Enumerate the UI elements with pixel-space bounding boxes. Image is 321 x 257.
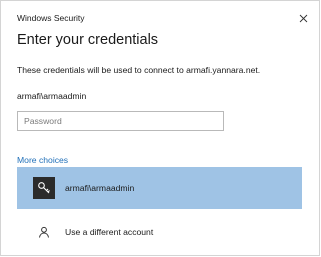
description-text: These credentials will be used to connec… [17, 65, 261, 75]
account-option-label: armafi\armaadmin [65, 183, 135, 193]
account-option-armaadmin[interactable]: armafi\armaadmin [17, 167, 302, 209]
credentials-dialog: Windows Security Enter your credentials … [0, 0, 320, 256]
password-field[interactable] [17, 111, 224, 131]
more-choices-link[interactable]: More choices [17, 155, 68, 165]
window-title: Windows Security [17, 13, 85, 23]
person-icon [33, 221, 55, 243]
different-account-label: Use a different account [65, 227, 154, 237]
page-title: Enter your credentials [17, 32, 159, 48]
username-label: armafi\armaadmin [17, 91, 87, 101]
close-button[interactable] [294, 10, 312, 26]
key-icon [33, 177, 55, 199]
close-icon [299, 14, 307, 22]
use-different-account-option[interactable]: Use a different account [17, 211, 302, 253]
